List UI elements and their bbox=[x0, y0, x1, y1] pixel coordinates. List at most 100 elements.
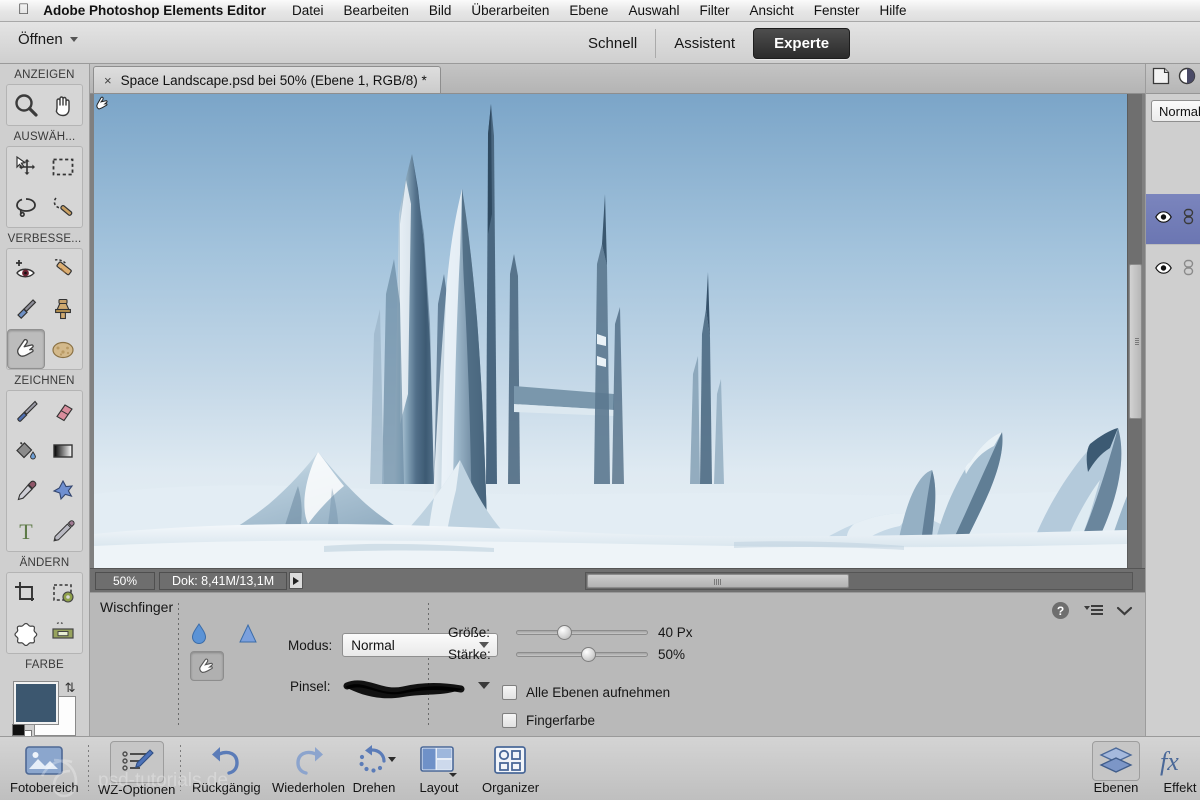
strength-row: Stärke: 50% bbox=[448, 647, 712, 662]
custom-shape-tool[interactable] bbox=[45, 471, 83, 511]
sample-all-layers-label: Alle Ebenen aufnehmen bbox=[526, 685, 671, 700]
eyedropper-tool[interactable] bbox=[7, 471, 45, 511]
finger-paint-checkbox[interactable] bbox=[502, 713, 517, 728]
taskbar-item-ebenen[interactable]: Ebenen bbox=[1092, 741, 1140, 795]
layer-row-1[interactable] bbox=[1146, 194, 1200, 244]
taskbar-item-wz-optionen[interactable]: WZ-Optionen bbox=[98, 741, 175, 797]
layer-row-2[interactable] bbox=[1146, 244, 1200, 294]
sample-all-layers-checkbox[interactable] bbox=[502, 685, 517, 700]
adjustment-layer-icon[interactable] bbox=[1178, 67, 1196, 90]
cookie-cutter-tool[interactable] bbox=[7, 613, 45, 653]
straighten-tool[interactable] bbox=[45, 613, 83, 653]
document-size-label: Dok: 8,41M/13,1M bbox=[159, 571, 288, 590]
blur-triangle-icon[interactable] bbox=[238, 623, 258, 650]
tool-options-divider bbox=[178, 603, 179, 727]
smart-brush-tool[interactable] bbox=[7, 289, 45, 329]
taskbar-label-fotobereich: Fotobereich bbox=[10, 780, 79, 795]
link-icon[interactable] bbox=[1183, 259, 1194, 281]
clone-stamp-tool[interactable] bbox=[45, 289, 83, 329]
brush-preview[interactable] bbox=[341, 671, 467, 701]
link-icon[interactable] bbox=[1183, 208, 1194, 230]
sample-all-layers-row[interactable]: Alle Ebenen aufnehmen bbox=[502, 685, 670, 700]
tab-experte[interactable]: Experte bbox=[753, 27, 851, 59]
pencil-tool[interactable] bbox=[45, 511, 83, 551]
menu-item-filter[interactable]: Filter bbox=[689, 3, 739, 18]
taskbar-item-layout[interactable]: Layout bbox=[418, 741, 460, 795]
paint-bucket-tool[interactable] bbox=[7, 431, 45, 471]
sponge-tool[interactable] bbox=[45, 329, 83, 369]
menu-item-bearbeiten[interactable]: Bearbeiten bbox=[334, 3, 419, 18]
tool-options-divider bbox=[428, 603, 429, 727]
finger-paint-row[interactable]: Fingerfarbe bbox=[502, 713, 595, 728]
apple-logo-icon[interactable]:  bbox=[18, 2, 43, 19]
rectangular-marquee-tool[interactable] bbox=[45, 147, 83, 187]
tab-assistent[interactable]: Assistent bbox=[655, 28, 753, 58]
eraser-tool[interactable] bbox=[45, 391, 83, 431]
smudge-tool[interactable] bbox=[7, 329, 45, 369]
water-drop-icon[interactable] bbox=[190, 623, 208, 650]
type-tool[interactable]: T bbox=[7, 511, 45, 551]
app-name-label[interactable]: Adobe Photoshop Elements Editor bbox=[43, 3, 266, 18]
spot-healing-brush-tool[interactable] bbox=[45, 249, 83, 289]
menu-item-ueberarbeiten[interactable]: Überarbeiten bbox=[461, 3, 559, 18]
strength-slider[interactable] bbox=[516, 647, 648, 662]
help-icon[interactable]: ? bbox=[1051, 601, 1070, 625]
crop-tool[interactable] bbox=[7, 573, 45, 613]
bottom-taskbar: Fotobereich WZ-Optionen Rückgängig Wiede… bbox=[0, 736, 1200, 800]
taskbar-item-organizer[interactable]: Organizer bbox=[482, 741, 539, 795]
taskbar-divider bbox=[88, 745, 89, 791]
new-layer-icon[interactable] bbox=[1152, 67, 1170, 90]
chevron-down-icon[interactable] bbox=[1116, 604, 1133, 622]
size-slider-knob[interactable] bbox=[557, 625, 573, 640]
brush-row: Pinsel: bbox=[290, 671, 491, 701]
taskbar-item-rueckgaengig[interactable]: Rückgängig bbox=[192, 741, 261, 795]
brush-tool[interactable] bbox=[7, 391, 45, 431]
size-slider[interactable] bbox=[516, 625, 648, 640]
move-tool[interactable] bbox=[7, 147, 45, 187]
eye-icon[interactable] bbox=[1155, 261, 1172, 279]
menu-item-ebene[interactable]: Ebene bbox=[559, 3, 618, 18]
tab-schnell[interactable]: Schnell bbox=[570, 29, 655, 58]
eye-icon[interactable] bbox=[1155, 210, 1172, 228]
blend-mode-select[interactable]: Normal bbox=[1151, 100, 1200, 122]
strength-slider-knob[interactable] bbox=[580, 647, 596, 662]
taskbar-label-organizer: Organizer bbox=[482, 780, 540, 795]
scrollbar-grip-icon bbox=[714, 579, 722, 585]
menu-item-fenster[interactable]: Fenster bbox=[804, 3, 870, 18]
recompose-tool[interactable] bbox=[45, 573, 83, 613]
artwork-canvas[interactable] bbox=[94, 94, 1127, 568]
gradient-tool[interactable] bbox=[45, 431, 83, 471]
horizontal-scrollbar-thumb[interactable] bbox=[587, 574, 849, 588]
hand-tool[interactable] bbox=[45, 85, 83, 125]
vertical-scrollbar-thumb[interactable] bbox=[1129, 264, 1142, 419]
toolbar-section-label-auswaehlen: AUSWÄH... bbox=[13, 131, 76, 143]
taskbar-item-effekt[interactable]: fx Effekt bbox=[1158, 741, 1200, 795]
lasso-tool[interactable] bbox=[7, 187, 45, 227]
canvas-horizontal-scrollbar[interactable] bbox=[585, 572, 1133, 590]
close-icon[interactable]: × bbox=[104, 73, 112, 88]
menu-item-datei[interactable]: Datei bbox=[282, 3, 334, 18]
taskbar-item-drehen[interactable]: Drehen bbox=[352, 741, 396, 795]
foreground-color-swatch[interactable] bbox=[12, 681, 59, 725]
canvas-vertical-scrollbar[interactable] bbox=[1127, 94, 1142, 568]
menu-item-bild[interactable]: Bild bbox=[419, 3, 462, 18]
taskbar-item-fotobereich[interactable]: Fotobereich bbox=[10, 741, 79, 795]
zoom-level-field[interactable]: 50% bbox=[95, 571, 155, 590]
open-button-label: Öffnen bbox=[18, 31, 63, 48]
status-menu-arrow-icon[interactable] bbox=[289, 572, 304, 589]
smudge-finger-icon[interactable] bbox=[190, 651, 224, 681]
open-button[interactable]: Öffnen bbox=[18, 31, 78, 48]
swap-colors-icon[interactable]: ⇅ bbox=[65, 680, 76, 696]
magic-wand-tool[interactable] bbox=[45, 187, 83, 227]
menu-item-hilfe[interactable]: Hilfe bbox=[870, 3, 917, 18]
taskbar-item-wiederholen[interactable]: Wiederholen bbox=[272, 741, 345, 795]
menu-item-auswahl[interactable]: Auswahl bbox=[618, 3, 689, 18]
brush-picker-chevron-down-icon[interactable] bbox=[477, 677, 491, 695]
red-eye-removal-tool[interactable] bbox=[7, 249, 45, 289]
scrollbar-grip-icon bbox=[1135, 337, 1139, 346]
menu-item-ansicht[interactable]: Ansicht bbox=[739, 3, 803, 18]
svg-text:fx: fx bbox=[1160, 747, 1179, 776]
zoom-tool[interactable] bbox=[7, 85, 45, 125]
document-tab[interactable]: × Space Landscape.psd bei 50% (Ebene 1, … bbox=[93, 66, 441, 93]
panel-menu-icon[interactable] bbox=[1082, 603, 1104, 624]
